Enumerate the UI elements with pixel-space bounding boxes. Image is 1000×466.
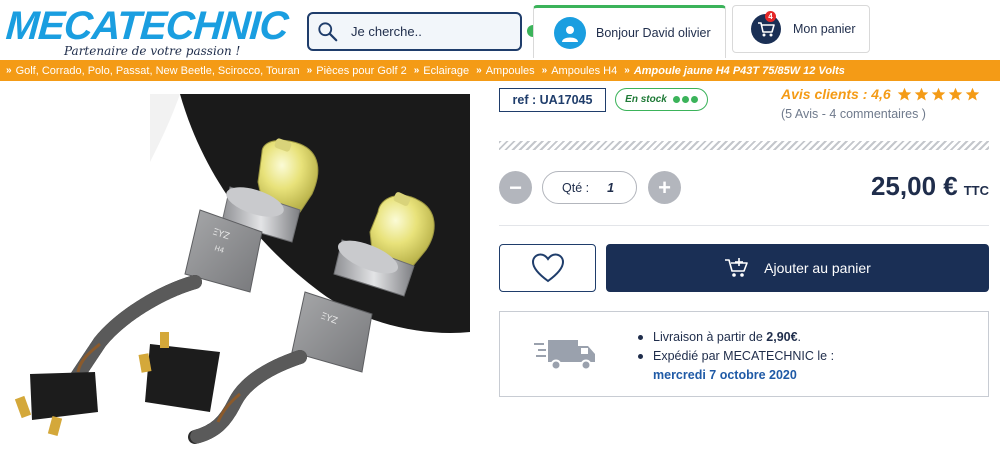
breadcrumb-separator: »	[6, 65, 12, 76]
quantity-increase-button[interactable]: +	[648, 171, 681, 204]
cart-count-badge: 4	[765, 11, 776, 22]
shipping-date-label: Expédié par MECATECHNIC le :	[653, 349, 835, 363]
account-label: Bonjour David olivier	[596, 26, 711, 40]
breadcrumb-item[interactable]: Ampoules	[486, 65, 535, 77]
delivery-price-suffix: .	[797, 330, 802, 344]
search-input[interactable]	[351, 24, 511, 39]
quantity-value: 1	[607, 180, 615, 195]
breadcrumb-item[interactable]: Ampoules H4	[551, 65, 617, 77]
stock-dots-icon	[672, 96, 698, 103]
delivery-price-prefix: Livraison à partir de	[653, 330, 763, 344]
reviews-summary[interactable]: Avis clients : 4,6	[781, 86, 980, 102]
hatched-divider	[499, 141, 989, 150]
breadcrumb-separator: »	[624, 65, 630, 76]
add-to-cart-label: Ajouter au panier	[764, 260, 871, 276]
breadcrumb-separator: »	[413, 65, 420, 76]
quantity-decrease-button[interactable]: −	[499, 171, 532, 204]
delivery-truck-icon	[534, 340, 595, 371]
delivery-price-item: Livraison à partir de 2,90€.	[635, 328, 834, 347]
logo-tagline: Partenaire de votre passion !	[64, 44, 241, 58]
section-divider	[499, 225, 989, 226]
add-to-cart-button[interactable]: Ajouter au panier	[606, 244, 989, 292]
logo-text: MECATECHNIC	[4, 4, 290, 48]
star-icon	[965, 87, 979, 100]
product-image[interactable]: ΞYZ H4 ΞYZ	[0, 82, 480, 466]
site-logo[interactable]: MECATECHNIC Partenaire de votre passion …	[4, 4, 290, 58]
product-reference: ref : UA17045	[499, 88, 606, 112]
stock-label: En stock	[625, 94, 667, 105]
user-icon	[554, 17, 586, 49]
cart-icon: 4	[751, 11, 781, 44]
rating-stars	[897, 87, 980, 102]
cart-add-icon	[725, 258, 748, 277]
site-header: MECATECHNIC Partenaire de votre passion …	[0, 0, 1000, 58]
price-amount: 25,00 €	[870, 171, 958, 201]
star-icon	[948, 87, 962, 100]
breadcrumb-item[interactable]: Golf, Corrado, Polo, Passat, New Beetle,…	[16, 65, 300, 77]
reviews-count[interactable]: (5 Avis - 4 commentaires )	[781, 107, 926, 121]
breadcrumb-separator: »	[306, 65, 313, 76]
wishlist-button[interactable]	[499, 244, 596, 292]
breadcrumb-separator: »	[476, 65, 482, 76]
star-icon	[931, 87, 945, 100]
search-box[interactable]	[307, 12, 522, 51]
breadcrumb-item[interactable]: Eclairage	[423, 65, 469, 77]
breadcrumb-item[interactable]: Pièces pour Golf 2	[316, 65, 407, 77]
reviews-title: Avis clients : 4,6	[781, 86, 891, 102]
quantity-label: Qté :	[562, 180, 590, 195]
breadcrumb-separator: »	[541, 65, 548, 76]
product-price: 25,00 € TTC	[871, 171, 989, 202]
search-icon	[318, 21, 338, 41]
shipping-date-line: mercredi 7 octobre 2020	[635, 366, 834, 385]
h4-bulb-pair-image: ΞYZ H4 ΞYZ	[14, 94, 470, 444]
star-icon	[914, 87, 928, 100]
heart-icon	[531, 253, 564, 283]
quantity-field[interactable]: Qté : 1	[542, 171, 637, 204]
shipping-date-item: Expédié par MECATECHNIC le :	[635, 347, 834, 366]
delivery-price-value: 2,90€	[766, 330, 798, 344]
breadcrumb: » Golf, Corrado, Polo, Passat, New Beetl…	[0, 60, 1000, 81]
breadcrumb-current: Ampoule jaune H4 P43T 75/85W 12 Volts	[633, 64, 845, 77]
star-icon	[897, 87, 911, 100]
price-suffix: TTC	[963, 183, 989, 198]
stock-badge: En stock	[615, 88, 708, 111]
shipping-date-value: mercredi 7 octobre 2020	[653, 368, 797, 382]
account-button[interactable]: Bonjour David olivier	[533, 5, 726, 58]
quantity-price-row: − Qté : 1 + 25,00 € TTC	[499, 171, 989, 205]
cart-button[interactable]: 4 Mon panier	[732, 5, 870, 53]
delivery-info-box: Livraison à partir de 2,90€. Expédié par…	[499, 311, 989, 397]
delivery-details-list: Livraison à partir de 2,90€. Expédié par…	[635, 328, 834, 385]
cart-label: Mon panier	[793, 22, 856, 36]
